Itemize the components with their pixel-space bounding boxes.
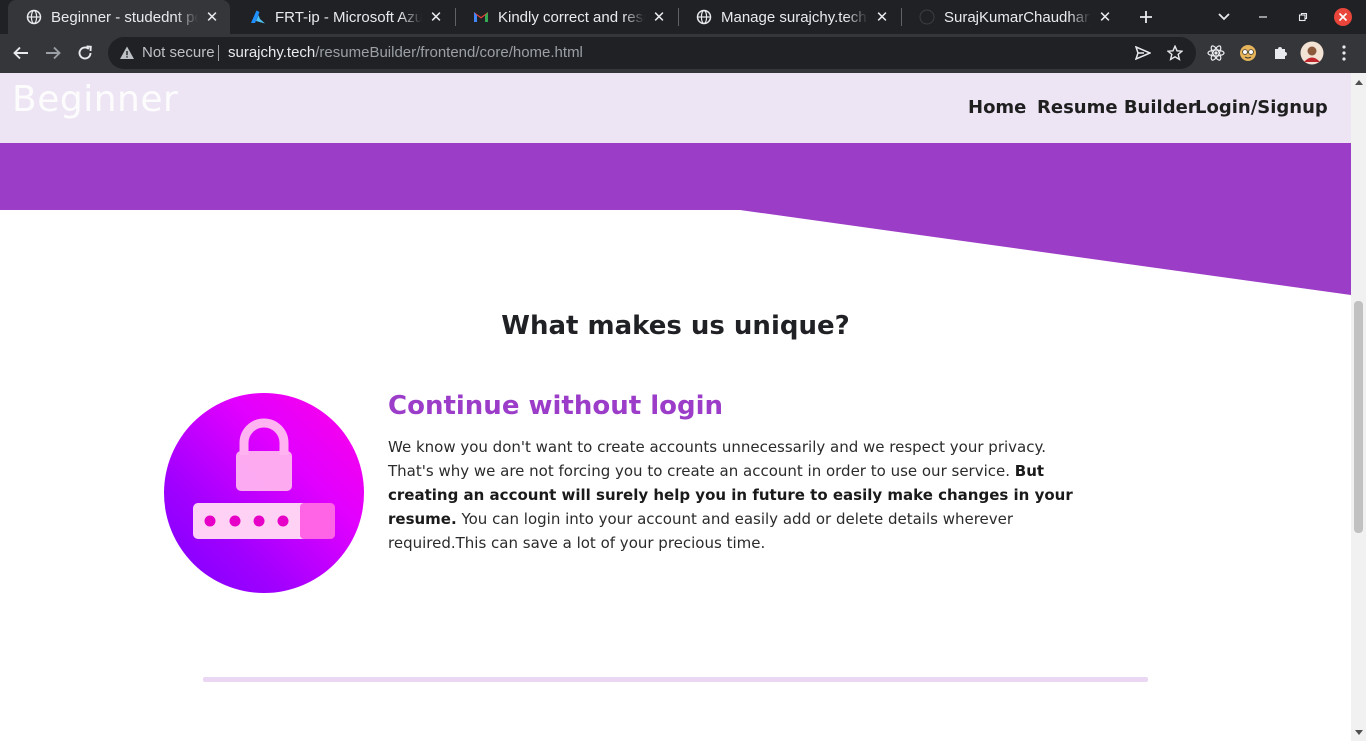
- browser-toolbar: Not secure surajchy.tech/resumeBuilder/f…: [0, 34, 1366, 73]
- url-host: surajchy.tech: [228, 44, 316, 61]
- section-title: What makes us unique?: [501, 311, 850, 341]
- back-button[interactable]: [6, 38, 36, 68]
- nav-login-signup[interactable]: Login/Signup: [1195, 97, 1328, 118]
- site-navbar: Beginner Home Resume Builder Login/Signu…: [0, 73, 1351, 143]
- window-close-button[interactable]: [1329, 0, 1357, 34]
- tab-github[interactable]: SurajKumarChaudhary/ ✕: [901, 0, 1123, 34]
- react-devtools-icon[interactable]: [1201, 38, 1231, 68]
- globe-icon: [696, 9, 712, 25]
- chrome-menu-icon[interactable]: [1329, 38, 1359, 68]
- address-bar[interactable]: Not secure surajchy.tech/resumeBuilder/f…: [108, 37, 1196, 69]
- tab-title: SurajKumarChaudhary/: [944, 8, 1091, 26]
- close-icon[interactable]: ✕: [874, 9, 890, 26]
- nav-home[interactable]: Home: [968, 97, 1026, 118]
- tab-title: Beginner - studednt po: [51, 8, 198, 26]
- tab-beginner[interactable]: Beginner - studednt po ✕: [8, 0, 230, 34]
- bookmark-star-icon[interactable]: [1160, 38, 1190, 68]
- profile-avatar[interactable]: [1297, 38, 1327, 68]
- new-tab-button[interactable]: [1132, 0, 1160, 34]
- globe-icon: [26, 9, 42, 25]
- tab-title: FRT-ip - Microsoft Azure: [275, 8, 422, 26]
- gmail-icon: [473, 9, 489, 25]
- warning-icon[interactable]: [119, 45, 135, 65]
- close-icon[interactable]: ✕: [651, 9, 667, 26]
- github-icon: [919, 9, 935, 25]
- restore-button[interactable]: [1289, 0, 1317, 34]
- feature-text-part2: You can login into your account and easi…: [388, 510, 1014, 552]
- reload-button[interactable]: [70, 38, 100, 68]
- scroll-up-arrow[interactable]: [1351, 75, 1366, 89]
- tab-title: Manage surajchy.tech: [721, 8, 867, 26]
- scrollbar-thumb[interactable]: [1354, 301, 1363, 533]
- close-icon[interactable]: ✕: [204, 9, 220, 26]
- minimize-button[interactable]: [1249, 0, 1277, 34]
- omnibox-divider: [218, 45, 219, 61]
- tab-strip: Beginner - studednt po ✕ FRT-ip - Micros…: [0, 0, 1366, 34]
- azure-icon: [250, 9, 266, 25]
- tab-azure[interactable]: FRT-ip - Microsoft Azure ✕: [232, 0, 454, 34]
- tab-manage[interactable]: Manage surajchy.tech ✕: [678, 0, 900, 34]
- page-scrollbar[interactable]: [1351, 73, 1366, 741]
- feature-heading: Continue without login: [388, 391, 724, 421]
- hero-purple-band: [0, 143, 1351, 295]
- tab-search-button[interactable]: [1210, 0, 1238, 34]
- forward-button[interactable]: [38, 38, 68, 68]
- close-icon[interactable]: ✕: [428, 9, 444, 26]
- url-path: /resumeBuilder/frontend/core/home.html: [315, 44, 583, 61]
- tab-gmail[interactable]: Kindly correct and resu ✕: [455, 0, 677, 34]
- extension-face-icon[interactable]: [1233, 38, 1263, 68]
- extensions-puzzle-icon[interactable]: [1265, 38, 1295, 68]
- page-viewport: Beginner Home Resume Builder Login/Signu…: [0, 73, 1366, 741]
- section-divider: [203, 677, 1148, 682]
- feature-description: We know you don't want to create account…: [388, 435, 1093, 555]
- close-icon[interactable]: ✕: [1097, 9, 1113, 26]
- scroll-down-arrow[interactable]: [1351, 725, 1366, 739]
- security-label[interactable]: Not secure: [142, 37, 215, 69]
- site-brand[interactable]: Beginner: [12, 79, 178, 120]
- nav-resume-builder[interactable]: Resume Builder: [1037, 97, 1197, 118]
- url-text[interactable]: surajchy.tech/resumeBuilder/frontend/cor…: [228, 37, 583, 69]
- send-icon[interactable]: [1128, 38, 1158, 68]
- feature-text-part1: We know you don't want to create account…: [388, 438, 1046, 480]
- tab-title: Kindly correct and resu: [498, 8, 645, 26]
- lock-password-icon: [164, 393, 364, 593]
